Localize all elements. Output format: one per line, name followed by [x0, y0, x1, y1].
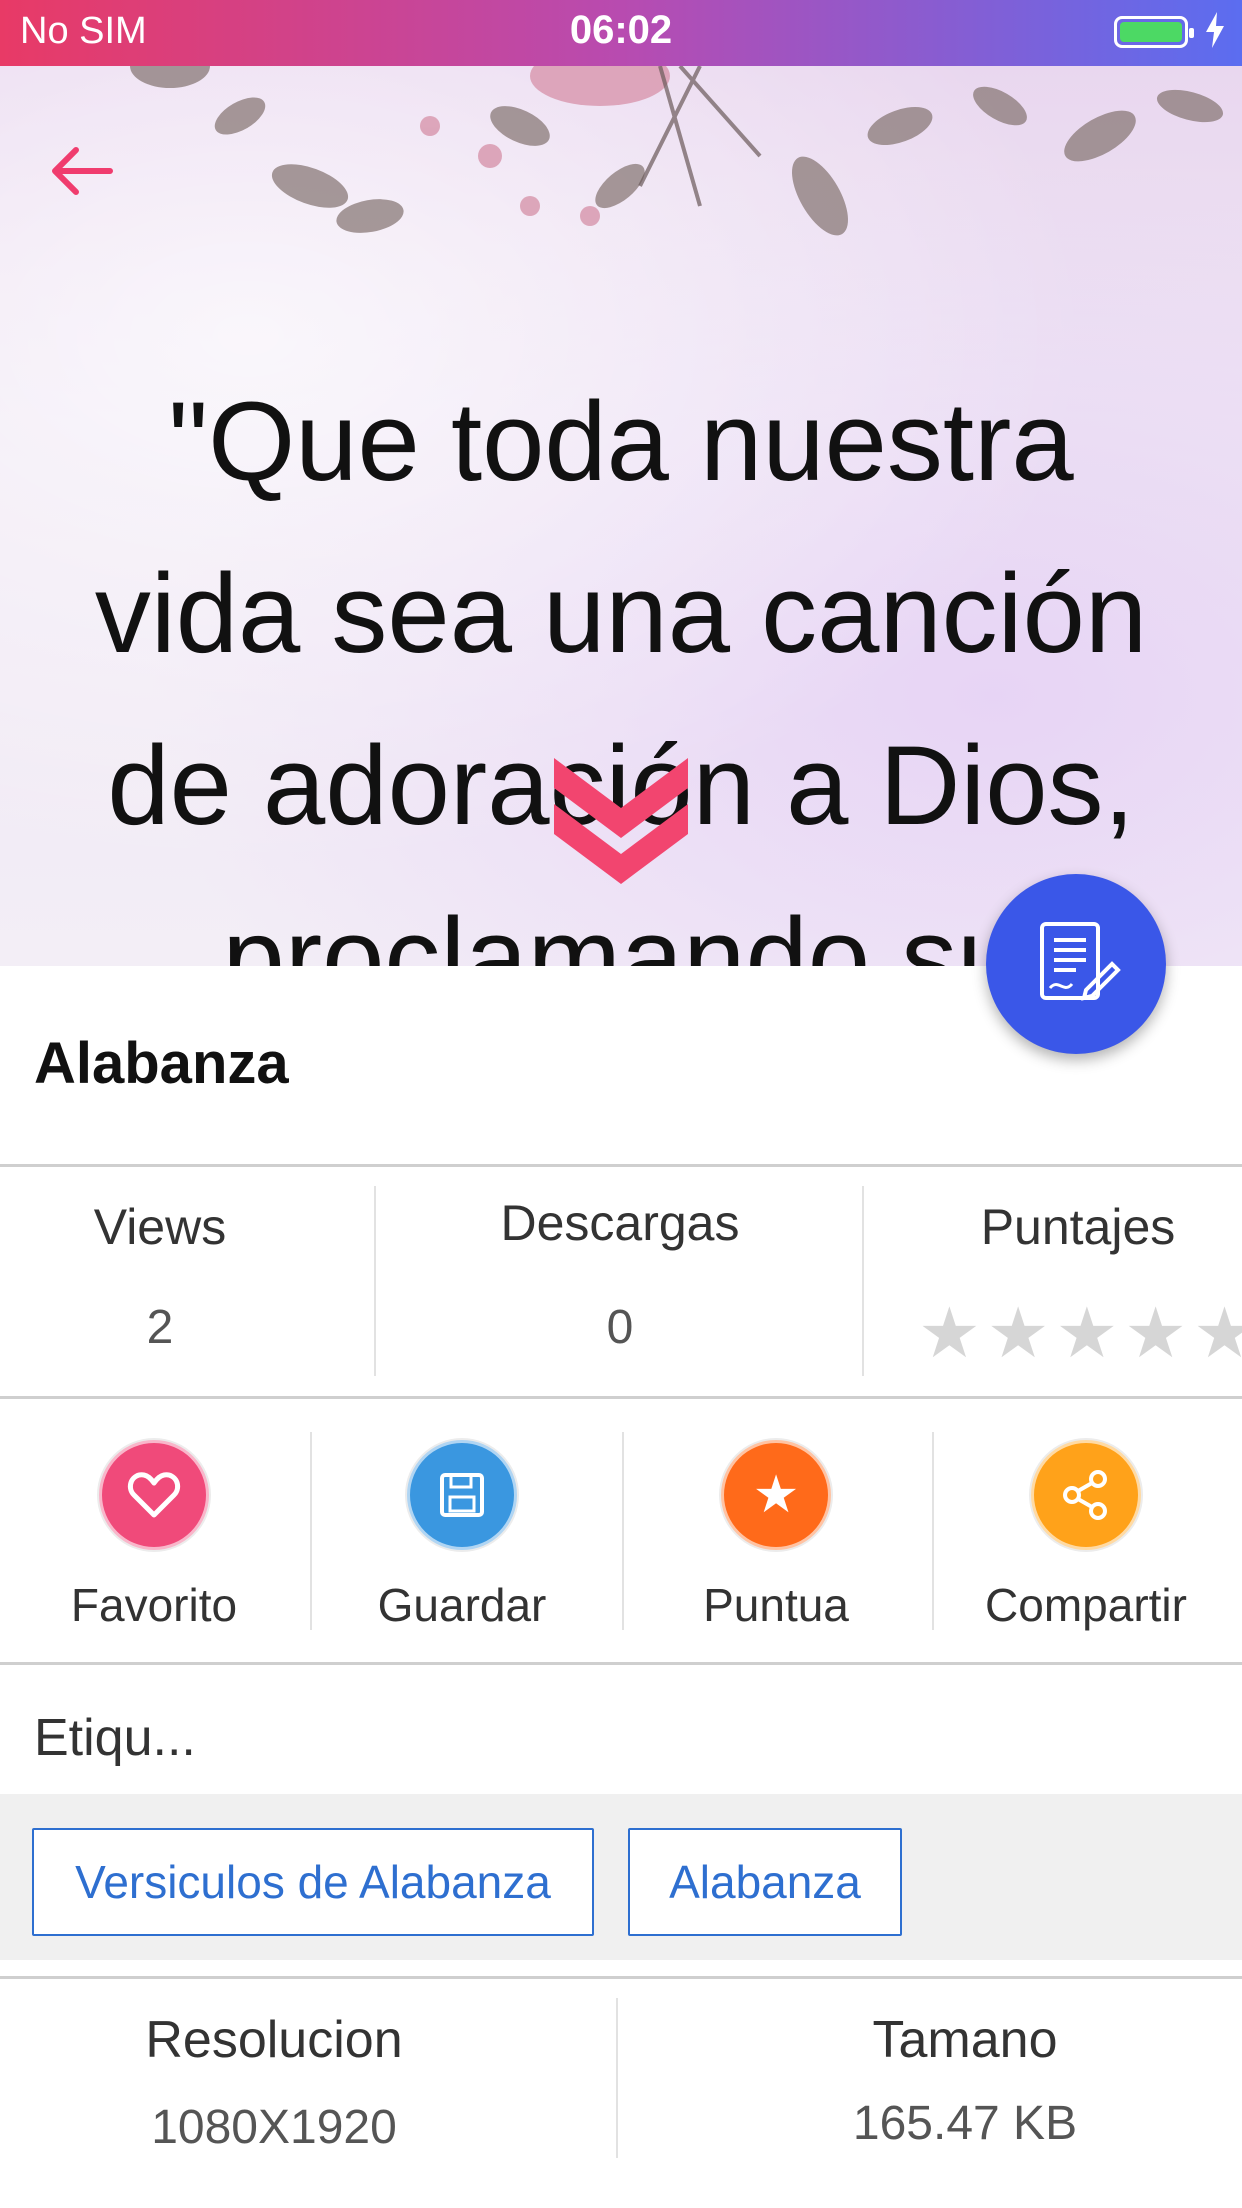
status-bar: No SIM 06:02 [0, 0, 1242, 66]
tags-heading: Etiqu... [34, 1709, 196, 1767]
set-wallpaper-button[interactable] [986, 874, 1166, 1054]
divider [0, 1976, 1242, 1979]
share-icon [1031, 1440, 1141, 1550]
divider [0, 1164, 1242, 1167]
star-icon: ★ [1124, 1294, 1188, 1372]
favorite-button[interactable]: Favorito [14, 1440, 294, 1632]
rating-label: Puntajes [980, 1199, 1176, 1255]
divider [0, 1396, 1242, 1399]
views-value: 2 [146, 1301, 174, 1354]
save-button[interactable]: Guardar [322, 1440, 602, 1632]
wallpaper-image[interactable]: "Que toda nuestra vida sea una canción d… [0, 66, 1242, 966]
resolution-value: 1080X1920 [151, 2101, 397, 2154]
star-icon: ★ [1193, 1294, 1242, 1372]
tag-chip[interactable]: Alabanza [628, 1828, 902, 1936]
back-arrow-icon[interactable] [46, 136, 116, 206]
star-icon: ★ [1055, 1294, 1119, 1372]
views-label: Views [93, 1199, 227, 1255]
downloads-value: 0 [606, 1301, 634, 1354]
rating-stars: ★ ★ ★ ★ ★ [918, 1294, 1242, 1372]
size-label: Tamano [872, 2011, 1058, 2069]
heart-icon [99, 1440, 209, 1550]
save-icon [407, 1440, 517, 1550]
tag-chip[interactable]: Versiculos de Alabanza [32, 1828, 594, 1936]
rate-label: Puntua [703, 1579, 849, 1631]
star-icon: ★ [721, 1440, 831, 1550]
charging-icon [1206, 12, 1224, 48]
divider [0, 1662, 1242, 1665]
page-title: Alabanza [34, 1031, 289, 1096]
divider [932, 1432, 934, 1630]
divider [622, 1432, 624, 1630]
favorite-label: Favorito [70, 1579, 238, 1631]
size-value: 165.47 KB [852, 2097, 1078, 2150]
star-icon: ★ [986, 1294, 1050, 1372]
resolution-label: Resolucion [145, 2011, 403, 2069]
clock: 06:02 [569, 8, 673, 52]
floral-decoration [130, 66, 1224, 236]
save-label: Guardar [377, 1579, 547, 1631]
rate-button[interactable]: ★ Puntua [636, 1440, 916, 1632]
document-edit-icon [1040, 922, 1121, 1001]
downloads-label: Descargas [500, 1195, 740, 1251]
share-button[interactable]: Compartir [946, 1440, 1226, 1632]
divider [310, 1432, 312, 1630]
collapse-chevron-icon[interactable] [546, 748, 696, 888]
share-label: Compartir [985, 1579, 1187, 1631]
battery-icon [1114, 16, 1194, 48]
star-icon: ★ [918, 1294, 981, 1372]
